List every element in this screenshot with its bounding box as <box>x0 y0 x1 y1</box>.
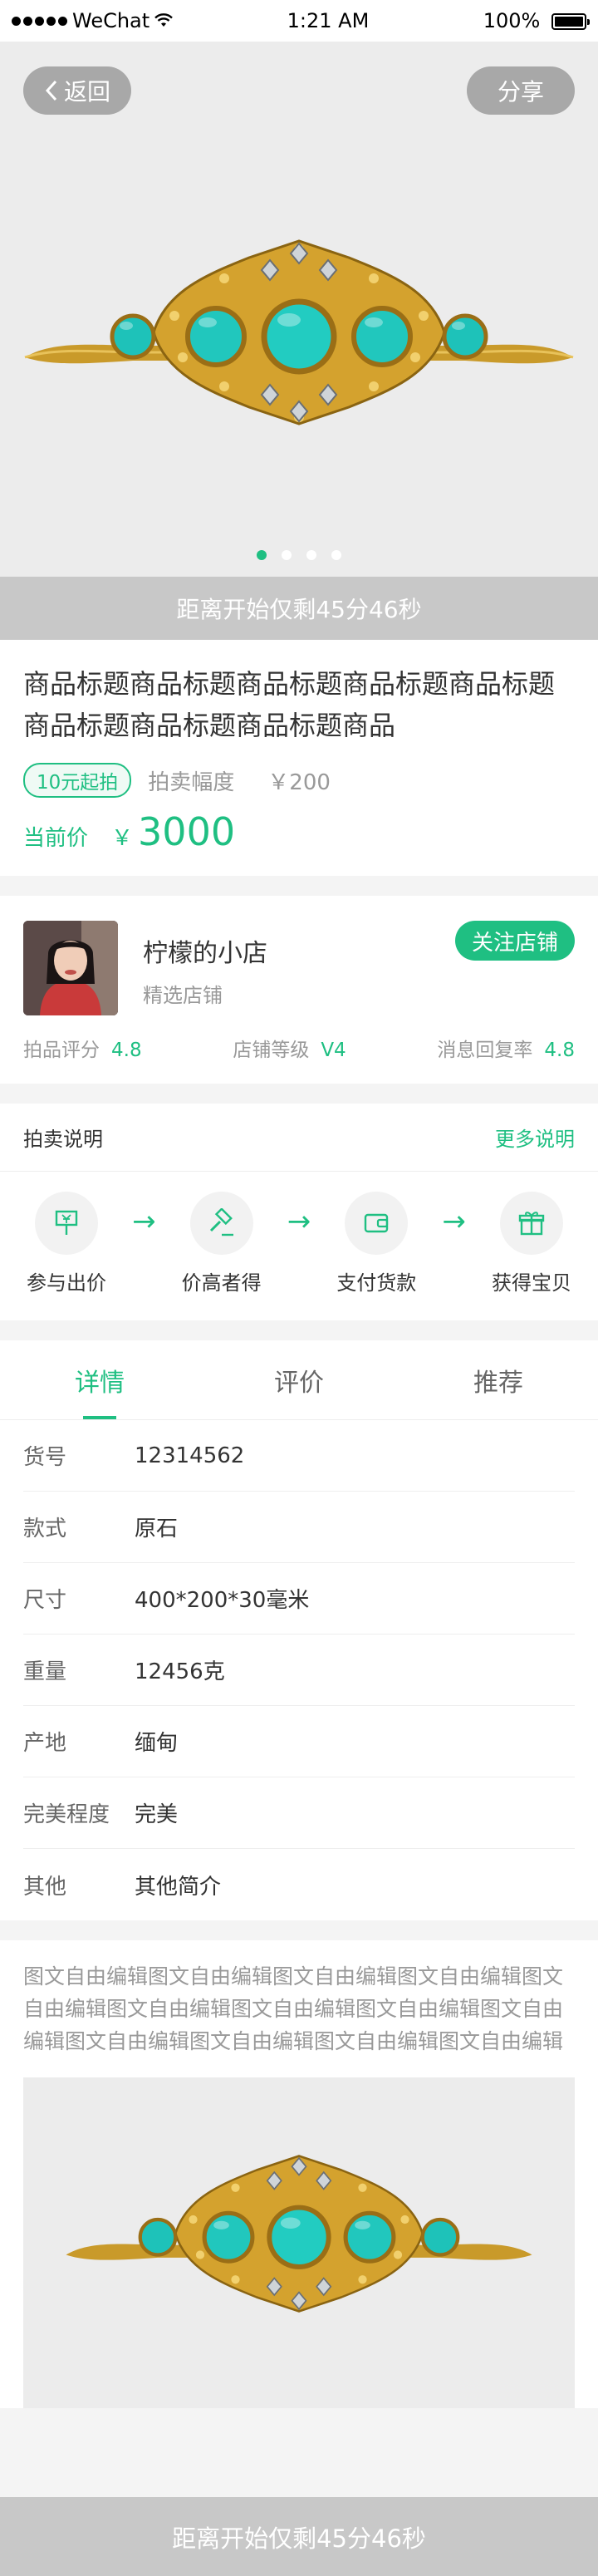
product-title: 商品标题商品标题商品标题商品标题商品标题商品标题商品标题商品标题商品 <box>23 668 556 741</box>
spec-value: 原石 <box>135 1517 179 1541</box>
spec-row: 完美程度 完美 <box>23 1777 575 1849</box>
share-label: 分享 <box>497 78 544 106</box>
currency-symbol: ￥ <box>111 826 134 851</box>
shop-card: 柠檬的小店 精选店铺 关注店铺 拍品评分 4.8 店铺等级 V4 消息回复率 4.8 <box>0 896 598 1084</box>
share-button[interactable]: 分享 <box>467 66 575 115</box>
step-bid: 参与出价 <box>17 1192 116 1295</box>
battery-status: 100% <box>483 9 590 32</box>
battery-percent: 100% <box>483 9 541 32</box>
spec-key: 重量 <box>23 1659 67 1684</box>
carrier-signal: WeChat <box>12 9 174 32</box>
auction-steps: 参与出价 → 价高者得 → 支付货款 → 获得宝贝 <box>0 1172 598 1320</box>
spec-value: 完美 <box>135 1802 179 1827</box>
arrow-right-icon: → <box>287 1205 311 1238</box>
rich-description: 图文自由编辑图文自由编辑图文自由编辑图文自由编辑图文自由编辑图文自由编辑图文自由… <box>0 1940 598 2408</box>
bid-sign-icon <box>35 1192 98 1255</box>
gavel-icon <box>189 1192 253 1255</box>
stat-label: 拍品评分 <box>23 1040 100 1061</box>
start-price-tag: 10元起拍 <box>23 763 132 798</box>
product-image-carousel[interactable]: 返回 分享 <box>0 42 598 577</box>
spec-row: 产地 缅甸 <box>23 1706 575 1777</box>
arrow-right-icon: → <box>132 1205 156 1238</box>
tab-reviews[interactable]: 评价 <box>199 1340 399 1419</box>
gift-icon <box>499 1192 563 1255</box>
step-pay: 支付货款 <box>326 1192 426 1295</box>
clock: 1:21 AM <box>287 9 370 32</box>
shop-stat: 拍品评分 4.8 <box>23 1034 142 1062</box>
stat-value: 4.8 <box>111 1040 142 1061</box>
current-price-label: 当前价 <box>23 826 89 851</box>
ring-detail-image <box>66 2155 532 2313</box>
wallet-icon <box>345 1192 409 1255</box>
step-receive: 获得宝贝 <box>482 1192 581 1295</box>
spec-key: 款式 <box>23 1517 67 1541</box>
shop-stat: 消息回复率 4.8 <box>437 1034 575 1062</box>
stat-value: 4.8 <box>544 1040 575 1061</box>
tab-recommend[interactable]: 推荐 <box>399 1340 598 1419</box>
stat-label: 消息回复率 <box>437 1040 533 1061</box>
shop-subtitle: 精选店铺 <box>143 984 223 1007</box>
shop-stats: 拍品评分 4.8 店铺等级 V4 消息回复率 4.8 <box>23 1034 575 1062</box>
step-highest-wins: 价高者得 <box>172 1192 272 1295</box>
pager-dot[interactable] <box>306 550 316 560</box>
spec-key: 其他 <box>23 1874 67 1900</box>
back-button[interactable]: 返回 <box>23 66 131 115</box>
spec-row: 款式 原石 <box>23 1492 575 1563</box>
increment-label: 拍卖幅度 <box>148 769 235 795</box>
spec-row: 尺寸 400*200*30毫米 <box>23 1563 575 1635</box>
follow-shop-button[interactable]: 关注店铺 <box>454 921 575 961</box>
spec-value: 12456克 <box>135 1659 225 1684</box>
spec-key: 尺寸 <box>23 1588 67 1613</box>
shop-stat: 店铺等级 V4 <box>233 1034 346 1062</box>
stat-value: V4 <box>321 1040 346 1061</box>
more-rules-link[interactable]: 更多说明 <box>495 1123 575 1152</box>
spec-value: 其他简介 <box>135 1874 222 1900</box>
spec-key: 产地 <box>23 1731 67 1756</box>
spec-key: 完美程度 <box>23 1802 110 1827</box>
spec-row: 其他 其他简介 <box>23 1849 575 1920</box>
spec-row: 重量 12456克 <box>23 1635 575 1706</box>
description-text: 图文自由编辑图文自由编辑图文自由编辑图文自由编辑图文自由编辑图文自由编辑图文自由… <box>23 1964 564 2053</box>
spec-value: 12314562 <box>135 1443 245 1468</box>
spec-key: 货号 <box>23 1445 67 1470</box>
chevron-left-icon <box>45 80 57 101</box>
tab-details[interactable]: 详情 <box>0 1340 199 1419</box>
detail-tabs: 详情 评价 推荐 <box>0 1340 598 1420</box>
status-bar: WeChat 1:21 AM 100% <box>0 0 598 42</box>
step-label: 价高者得 <box>181 1271 262 1295</box>
description-image[interactable] <box>23 2077 575 2408</box>
auction-rules: 拍卖说明 更多说明 参与出价 → 价高者得 → 支付货款 → 获得宝贝 <box>0 1104 598 1320</box>
stat-label: 店铺等级 <box>233 1040 310 1061</box>
current-price-row: 当前价 ￥ 3000 <box>23 809 575 854</box>
current-price: 3000 <box>138 809 236 854</box>
auction-terms: 10元起拍 拍卖幅度 ￥200 <box>23 763 575 798</box>
step-label: 支付货款 <box>336 1271 417 1295</box>
spec-row: 货号 12314562 <box>23 1420 575 1492</box>
bottom-countdown-bar[interactable]: 距离开始仅剩45分46秒 <box>0 2497 598 2576</box>
signal-icon <box>12 16 67 26</box>
pager-dot[interactable] <box>257 550 267 560</box>
shop-name: 柠檬的小店 <box>143 939 267 968</box>
carousel-pager <box>0 550 598 560</box>
spec-value: 400*200*30毫米 <box>135 1588 310 1613</box>
spec-list: 货号 12314562 款式 原石 尺寸 400*200*30毫米 重量 12456克 … <box>0 1420 598 1920</box>
pager-dot[interactable] <box>331 550 341 560</box>
detail-section: 详情 评价 推荐 货号 12314562 款式 原石 尺寸 400*200*30毫米 … <box>0 1340 598 1920</box>
avatar-image <box>23 921 118 1015</box>
carrier-name: WeChat <box>72 9 150 32</box>
product-summary: 商品标题商品标题商品标题商品标题商品标题商品标题商品标题商品标题商品 10元起拍… <box>0 640 598 876</box>
countdown-banner: 距离开始仅剩45分46秒 <box>0 577 598 640</box>
pager-dot[interactable] <box>282 550 292 560</box>
wifi-icon <box>154 13 174 27</box>
increment-value: ￥200 <box>267 769 331 795</box>
spec-value: 缅甸 <box>135 1731 179 1756</box>
battery-icon <box>551 13 590 30</box>
arrow-right-icon: → <box>442 1205 466 1238</box>
back-label: 返回 <box>63 78 110 106</box>
auction-rules-title: 拍卖说明 <box>23 1128 103 1151</box>
ring-product-image <box>24 239 574 425</box>
step-label: 参与出价 <box>27 1271 106 1295</box>
shop-avatar[interactable] <box>23 921 118 1015</box>
step-label: 获得宝贝 <box>491 1271 571 1295</box>
